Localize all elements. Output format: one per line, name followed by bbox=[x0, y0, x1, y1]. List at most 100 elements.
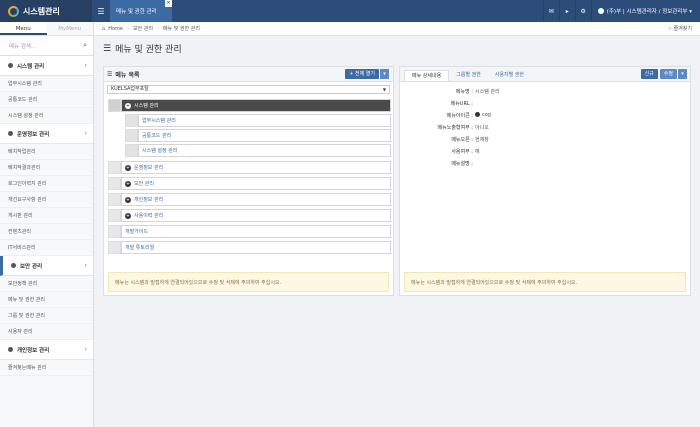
sidebar-item[interactable]: 사용자 관리 bbox=[0, 324, 93, 340]
tab-menu-detail[interactable]: 메뉴 상세내용 bbox=[404, 70, 450, 81]
gear-icon[interactable]: ⚙ bbox=[574, 0, 591, 22]
plus-icon[interactable]: + bbox=[125, 196, 131, 203]
drag-handle[interactable] bbox=[108, 177, 121, 190]
sidebar-group-personal[interactable]: 개인정보 관리 ‹ bbox=[0, 340, 93, 360]
drag-handle[interactable] bbox=[125, 114, 138, 127]
app-logo[interactable]: 시스템관리 bbox=[0, 0, 92, 22]
tree-node-label[interactable]: + 사용이력 관리 bbox=[121, 209, 391, 222]
tree-node-label[interactable]: 업무시스템 관리 bbox=[138, 114, 391, 127]
sidebar-item[interactable]: 컨텐츠관리 bbox=[0, 224, 93, 240]
sidebar-item[interactable]: 게시판 관리 bbox=[0, 208, 93, 224]
node-text: 개발 튜토리얼 bbox=[125, 245, 155, 251]
tree-node[interactable]: + 사용이력 관리 bbox=[108, 209, 391, 222]
chevron-left-icon: ‹ bbox=[84, 346, 87, 353]
tree-node[interactable]: + 보안 관리 bbox=[108, 177, 391, 190]
sidebar-item[interactable]: 공통코드 관리 bbox=[0, 92, 93, 108]
tree-node-label[interactable]: + 보안 관리 bbox=[121, 177, 391, 190]
sidebar-group-operation[interactable]: 운영정보 관리 ‹ bbox=[0, 124, 93, 144]
tab-menu-auth[interactable]: 메뉴 및 권한 관리 × bbox=[110, 0, 172, 22]
lock-icon bbox=[11, 263, 16, 268]
list-icon: ☰ bbox=[103, 43, 112, 54]
menu-search[interactable]: 메뉴 검색... ⌕ bbox=[0, 36, 93, 56]
sidebar-item[interactable]: 즐겨찾는메뉴 관리 bbox=[0, 360, 93, 376]
tree-node-label[interactable]: + 개인정보 관리 bbox=[121, 193, 391, 206]
cog-icon bbox=[475, 112, 480, 117]
tree-node[interactable]: + 개인정보 관리 bbox=[108, 193, 391, 206]
field-row: 사용여부 : 예 bbox=[400, 146, 690, 156]
sidebar-item[interactable]: 메뉴 및 권한 관리 bbox=[0, 292, 93, 308]
drag-handle[interactable] bbox=[108, 161, 121, 174]
tree-node-label[interactable]: 개발 튜토리얼 bbox=[121, 241, 391, 254]
sidebar-item[interactable]: 배치작업관리 bbox=[0, 144, 93, 160]
tree-node-label[interactable]: + 운영정보 관리 bbox=[121, 161, 391, 174]
tree-node[interactable]: 공통코드 관리 bbox=[125, 129, 391, 142]
sidebar-item[interactable]: 시스템 설정 관리 bbox=[0, 108, 93, 124]
tree-node[interactable]: 시스템 설정 관리 bbox=[125, 144, 391, 157]
drag-handle[interactable] bbox=[108, 99, 121, 112]
home-icon[interactable]: ⌂ bbox=[102, 26, 105, 32]
field-label: 사용여부 : bbox=[451, 148, 473, 155]
node-text: 시스템 관리 bbox=[134, 103, 159, 109]
sidebar-group-system[interactable]: 시스템 관리 ‹ bbox=[0, 56, 93, 76]
tree-node-label[interactable]: + 시스템 관리 bbox=[121, 99, 391, 112]
field-row: 메뉴오픈 : 현재창 bbox=[400, 134, 690, 144]
sidebar-item[interactable]: 보안정책 관리 bbox=[0, 276, 93, 292]
dropdown-button[interactable]: ▾ bbox=[380, 69, 389, 79]
drag-handle[interactable] bbox=[125, 129, 138, 142]
tab-mymenu[interactable]: MyMenu bbox=[47, 22, 94, 35]
sidebar-item[interactable]: 그룹 및 권한 관리 bbox=[0, 308, 93, 324]
tree-node[interactable]: 개발가이드 bbox=[108, 225, 391, 238]
tree-node[interactable]: 업무시스템 관리 bbox=[125, 114, 391, 127]
sidebar-item[interactable]: 개선요구사항 관리 bbox=[0, 192, 93, 208]
search-icon[interactable]: ⌕ bbox=[83, 41, 87, 50]
system-select[interactable]: KUELSA업무포탈 ▼ bbox=[107, 85, 390, 94]
breadcrumb-home[interactable]: Home bbox=[108, 26, 123, 32]
tree-node-label[interactable]: 시스템 설정 관리 bbox=[138, 144, 391, 157]
plus-icon[interactable]: + bbox=[125, 212, 131, 219]
warning-notice: 메뉴는 시스템과 밀접하게 연결되어있으므로 수정 및 삭제에 주의하여 주십시… bbox=[108, 272, 389, 292]
group-label: 개인정보 관리 bbox=[17, 347, 50, 354]
tree-node[interactable]: + 운영정보 관리 bbox=[108, 161, 391, 174]
node-text: 운영정보 관리 bbox=[134, 165, 164, 171]
user-icon bbox=[597, 8, 604, 14]
drag-handle[interactable] bbox=[108, 193, 121, 206]
node-text: 개인정보 관리 bbox=[134, 197, 164, 203]
plus-icon[interactable]: + bbox=[125, 102, 131, 109]
plus-icon[interactable]: + bbox=[125, 180, 131, 187]
tree-node-label[interactable]: 공통코드 관리 bbox=[138, 129, 391, 142]
menu-list-panel: ☰ 메뉴 목록 + 전체 열기 ▾ KUELSA업무포탈 ▼ + 시스템 관리 업… bbox=[103, 66, 394, 296]
sidebar-group-security[interactable]: 보안 관리 ‹ bbox=[0, 256, 93, 276]
tree-node-label[interactable]: 개발가이드 bbox=[121, 225, 391, 238]
new-button[interactable]: 신규 bbox=[640, 69, 658, 79]
breadcrumb-separator: › bbox=[126, 25, 129, 32]
mail-icon[interactable]: ✉ bbox=[542, 0, 559, 22]
dropdown-button[interactable]: ▾ bbox=[678, 69, 687, 79]
drag-handle[interactable] bbox=[108, 209, 121, 222]
drag-handle[interactable] bbox=[108, 241, 121, 254]
field-label: 메뉴아이콘 : bbox=[446, 112, 473, 119]
user-menu[interactable]: (주)부 | 시스템관리자 / 정보관리부 ▾ bbox=[590, 0, 700, 22]
sidebar-item[interactable]: IT서비스관리 bbox=[0, 240, 93, 256]
plus-icon[interactable]: + bbox=[125, 164, 131, 171]
sidebar-item[interactable]: 로그인이력지 관리 bbox=[0, 176, 93, 192]
breadcrumb-item[interactable]: 보안 관리 bbox=[133, 25, 153, 32]
tree-node[interactable]: + 시스템 관리 bbox=[108, 99, 391, 112]
hamburger-menu-icon[interactable]: ☰ bbox=[92, 0, 110, 22]
sidebar: Menu MyMenu 메뉴 검색... ⌕ 시스템 관리 ‹ 업무시스템 관리… bbox=[0, 22, 94, 427]
favorite-button[interactable]: ☆ 즐겨찾기 bbox=[668, 22, 692, 36]
field-value: 아니오 bbox=[475, 124, 489, 131]
expand-all-button[interactable]: + 전체 열기 bbox=[345, 69, 379, 79]
top-bar: 시스템관리 ☰ 메뉴 및 권한 관리 × ✉ ▸ ⚙ (주)부 | 시스템관리자… bbox=[0, 0, 700, 22]
tab-group-auth[interactable]: 그룹별 권한 bbox=[449, 70, 488, 81]
tab-user-auth[interactable]: 사용자별 권한 bbox=[488, 70, 531, 81]
search-input[interactable]: 메뉴 검색... bbox=[9, 42, 83, 50]
arrow-icon[interactable]: ▸ bbox=[558, 0, 575, 22]
tab-menu[interactable]: Menu bbox=[0, 22, 47, 35]
drag-handle[interactable] bbox=[108, 225, 121, 238]
tree-node[interactable]: 개발 튜토리얼 bbox=[108, 241, 391, 254]
sidebar-item[interactable]: 업무시스템 관리 bbox=[0, 76, 93, 92]
close-icon[interactable]: × bbox=[165, 0, 172, 7]
drag-handle[interactable] bbox=[125, 144, 138, 157]
sidebar-item[interactable]: 배치작결과관리 bbox=[0, 160, 93, 176]
edit-button[interactable]: 수정 bbox=[659, 69, 677, 79]
